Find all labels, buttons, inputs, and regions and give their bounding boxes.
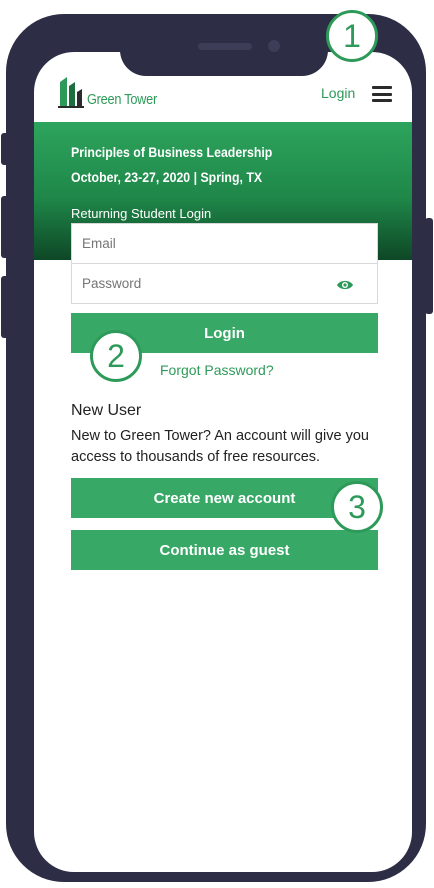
phone-frame: Green Tower Login Principles of Business… xyxy=(6,14,426,882)
event-title: Principles of Business Leadership xyxy=(71,144,273,160)
forgot-password-link[interactable]: Forgot Password? xyxy=(160,362,274,378)
callout-1: 1 xyxy=(326,10,378,62)
stage: Green Tower Login Principles of Business… xyxy=(0,0,434,888)
email-field[interactable] xyxy=(71,223,378,264)
menu-icon[interactable] xyxy=(372,86,392,102)
callout-2: 2 xyxy=(90,330,142,382)
password-field[interactable] xyxy=(71,263,378,304)
speaker-grille xyxy=(198,43,252,50)
login-heading: Returning Student Login xyxy=(71,206,212,221)
new-user-heading: New User xyxy=(71,402,142,419)
event-date-location: October, 23-27, 2020 | Spring, TX xyxy=(71,169,263,185)
front-camera xyxy=(268,40,280,52)
new-user-description: New to Green Tower? An account will give… xyxy=(71,428,369,465)
power-button xyxy=(425,218,433,314)
eye-icon[interactable] xyxy=(336,279,354,291)
brand-logo[interactable]: Green Tower xyxy=(58,74,169,108)
continue-as-guest-button[interactable]: Continue as guest xyxy=(71,530,378,570)
phone-screen: Green Tower Login Principles of Business… xyxy=(34,52,412,872)
nav-login-link[interactable]: Login xyxy=(321,85,355,101)
callout-3: 3 xyxy=(331,481,383,533)
phone-notch xyxy=(120,30,328,76)
brand-name: Green Tower xyxy=(87,91,157,108)
tower-logo-icon xyxy=(58,77,84,108)
